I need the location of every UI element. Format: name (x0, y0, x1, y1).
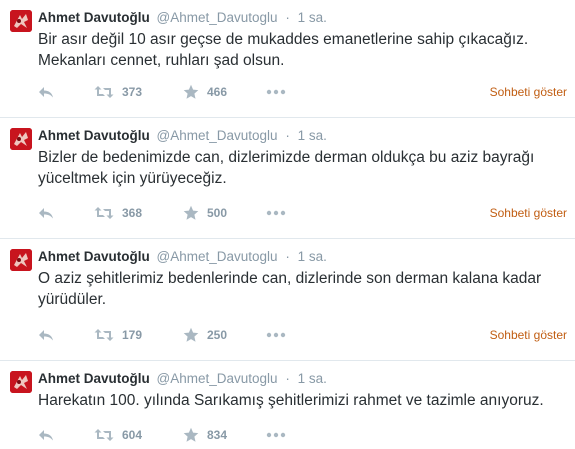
separator: · (285, 371, 290, 386)
favorite-count: 834 (207, 428, 228, 442)
retweet-count: 368 (122, 206, 143, 220)
tweet[interactable]: Ahmet Davutoğlu @Ahmet_Davutoglu · 1 sa.… (0, 118, 575, 239)
more-button[interactable] (266, 205, 286, 221)
show-conversation-link[interactable]: Sohbeti göster (490, 84, 567, 100)
tweet-text: Bir asır değil 10 asır geçse de mukaddes… (38, 31, 529, 69)
timestamp[interactable]: 1 sa. (298, 10, 327, 25)
tweet-actions: 179 250 Sohbeti göster (38, 327, 568, 343)
author-handle[interactable]: @Ahmet_Davutoglu (157, 10, 278, 25)
tweet-actions: 368 500 Sohbeti göster (38, 205, 568, 221)
reply-button[interactable] (38, 327, 54, 343)
tweet-text: O aziz şehitlerimiz bedenlerinde can, di… (38, 270, 542, 308)
retweet-count: 179 (122, 328, 143, 342)
retweet-count: 604 (122, 428, 143, 442)
reply-button[interactable] (38, 427, 54, 443)
ellipsis-icon (266, 89, 286, 95)
author-name[interactable]: Ahmet Davutoğlu (38, 249, 150, 264)
tweet-actions: 604 834 (38, 427, 568, 443)
ellipsis-icon (266, 432, 286, 438)
timestamp[interactable]: 1 sa. (298, 371, 327, 386)
retweet-icon (94, 429, 114, 441)
separator: · (285, 249, 290, 264)
author-handle[interactable]: @Ahmet_Davutoglu (157, 371, 278, 386)
favorite-count: 500 (207, 206, 228, 220)
author-name[interactable]: Ahmet Davutoğlu (38, 371, 150, 386)
retweet-icon (94, 329, 114, 341)
avatar[interactable] (10, 128, 32, 150)
more-button[interactable] (266, 427, 286, 443)
retweet-button[interactable]: 604 (94, 427, 142, 443)
tweet[interactable]: Ahmet Davutoğlu @Ahmet_Davutoglu · 1 sa.… (0, 361, 575, 449)
tweet-header: Ahmet Davutoğlu @Ahmet_Davutoglu · 1 sa. (38, 248, 327, 266)
show-conversation-link[interactable]: Sohbeti göster (490, 327, 567, 343)
reply-button[interactable] (38, 84, 54, 100)
tweet-text: Bizler de bedenimizde can, dizlerimizde … (38, 149, 535, 187)
favorite-button[interactable]: 466 (183, 84, 227, 100)
star-icon (183, 205, 199, 220)
tweet-header: Ahmet Davutoğlu @Ahmet_Davutoglu · 1 sa. (38, 9, 327, 27)
avatar[interactable] (10, 371, 32, 393)
favorite-button[interactable]: 500 (183, 205, 227, 221)
author-handle[interactable]: @Ahmet_Davutoglu (157, 249, 278, 264)
tweet-header: Ahmet Davutoğlu @Ahmet_Davutoglu · 1 sa. (38, 127, 327, 145)
show-conversation-link[interactable]: Sohbeti göster (490, 205, 567, 221)
retweet-icon (94, 207, 114, 219)
favorite-button[interactable]: 250 (183, 327, 227, 343)
retweet-count: 373 (122, 85, 143, 99)
avatar[interactable] (10, 10, 32, 32)
favorite-count: 466 (207, 85, 228, 99)
tweet[interactable]: Ahmet Davutoğlu @Ahmet_Davutoglu · 1 sa.… (0, 0, 575, 118)
star-icon (183, 327, 199, 342)
author-name[interactable]: Ahmet Davutoğlu (38, 128, 150, 143)
timestamp[interactable]: 1 sa. (298, 128, 327, 143)
ellipsis-icon (266, 332, 286, 338)
star-icon (183, 84, 199, 99)
avatar[interactable] (10, 249, 32, 271)
reply-button[interactable] (38, 205, 54, 221)
timestamp[interactable]: 1 sa. (298, 249, 327, 264)
tweet[interactable]: Ahmet Davutoğlu @Ahmet_Davutoglu · 1 sa.… (0, 239, 575, 361)
retweet-icon (94, 86, 114, 98)
star-icon (183, 427, 199, 442)
separator: · (285, 128, 290, 143)
retweet-button[interactable]: 368 (94, 205, 142, 221)
more-button[interactable] (266, 84, 286, 100)
retweet-button[interactable]: 373 (94, 84, 142, 100)
author-name[interactable]: Ahmet Davutoğlu (38, 10, 150, 25)
reply-icon (39, 330, 53, 341)
favorite-count: 250 (207, 328, 228, 342)
tweet-actions: 373 466 Sohbeti göster (38, 84, 568, 100)
reply-icon (39, 430, 53, 441)
reply-icon (39, 87, 53, 98)
tweet-timeline: Ahmet Davutoğlu @Ahmet_Davutoglu · 1 sa.… (0, 0, 575, 449)
author-handle[interactable]: @Ahmet_Davutoglu (157, 128, 278, 143)
separator: · (285, 10, 290, 25)
more-button[interactable] (266, 327, 286, 343)
tweet-header: Ahmet Davutoğlu @Ahmet_Davutoglu · 1 sa. (38, 370, 327, 388)
reply-icon (39, 208, 53, 219)
tweet-text: Harekatın 100. yılında Sarıkamış şehitle… (38, 392, 544, 409)
retweet-button[interactable]: 179 (94, 327, 142, 343)
favorite-button[interactable]: 834 (183, 427, 227, 443)
ellipsis-icon (266, 210, 286, 216)
